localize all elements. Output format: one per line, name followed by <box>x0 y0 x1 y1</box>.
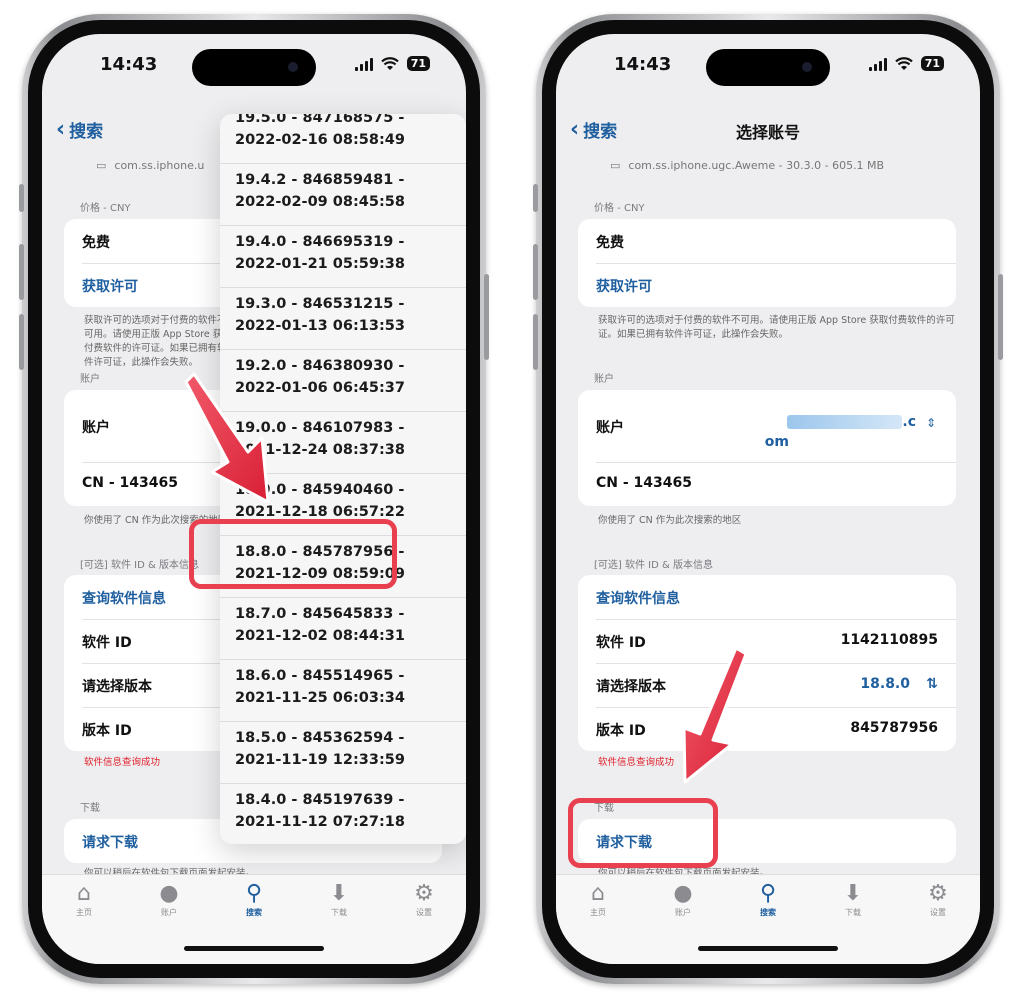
annotation-arrows <box>184 372 748 784</box>
arrow-icon <box>682 646 748 784</box>
arrow-icon <box>184 372 270 504</box>
